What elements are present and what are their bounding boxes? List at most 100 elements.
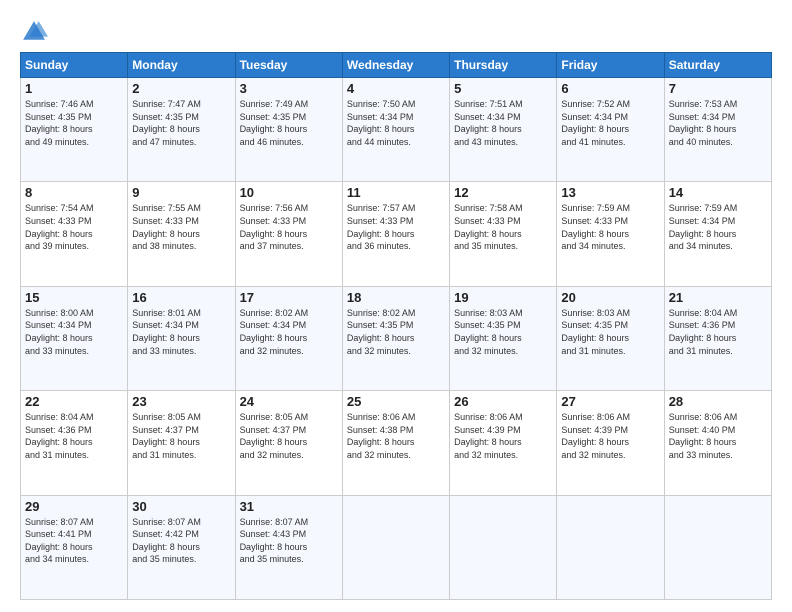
day-number: 11	[347, 185, 445, 200]
calendar-cell: 3 Sunrise: 7:49 AMSunset: 4:35 PMDayligh…	[235, 78, 342, 182]
cell-text: Sunrise: 7:49 AMSunset: 4:35 PMDaylight:…	[240, 99, 309, 147]
calendar-cell: 6 Sunrise: 7:52 AMSunset: 4:34 PMDayligh…	[557, 78, 664, 182]
day-number: 24	[240, 394, 338, 409]
calendar-cell: 4 Sunrise: 7:50 AMSunset: 4:34 PMDayligh…	[342, 78, 449, 182]
day-number: 13	[561, 185, 659, 200]
day-number: 9	[132, 185, 230, 200]
calendar-cell: 28 Sunrise: 8:06 AMSunset: 4:40 PMDaylig…	[664, 391, 771, 495]
cell-text: Sunrise: 7:55 AMSunset: 4:33 PMDaylight:…	[132, 203, 201, 251]
day-number: 12	[454, 185, 552, 200]
day-number: 28	[669, 394, 767, 409]
cell-text: Sunrise: 7:52 AMSunset: 4:34 PMDaylight:…	[561, 99, 630, 147]
day-number: 5	[454, 81, 552, 96]
day-number: 1	[25, 81, 123, 96]
day-number: 26	[454, 394, 552, 409]
day-number: 17	[240, 290, 338, 305]
calendar-cell: 11 Sunrise: 7:57 AMSunset: 4:33 PMDaylig…	[342, 182, 449, 286]
calendar-table: SundayMondayTuesdayWednesdayThursdayFrid…	[20, 52, 772, 600]
day-number: 7	[669, 81, 767, 96]
calendar-cell	[664, 495, 771, 599]
calendar-cell: 14 Sunrise: 7:59 AMSunset: 4:34 PMDaylig…	[664, 182, 771, 286]
cell-text: Sunrise: 8:06 AMSunset: 4:38 PMDaylight:…	[347, 412, 416, 460]
header	[20, 18, 772, 46]
calendar-cell: 25 Sunrise: 8:06 AMSunset: 4:38 PMDaylig…	[342, 391, 449, 495]
day-header-thursday: Thursday	[450, 53, 557, 78]
day-number: 16	[132, 290, 230, 305]
day-number: 31	[240, 499, 338, 514]
calendar-cell: 9 Sunrise: 7:55 AMSunset: 4:33 PMDayligh…	[128, 182, 235, 286]
calendar-week-1: 1 Sunrise: 7:46 AMSunset: 4:35 PMDayligh…	[21, 78, 772, 182]
calendar-week-2: 8 Sunrise: 7:54 AMSunset: 4:33 PMDayligh…	[21, 182, 772, 286]
day-header-sunday: Sunday	[21, 53, 128, 78]
day-header-friday: Friday	[557, 53, 664, 78]
cell-text: Sunrise: 7:51 AMSunset: 4:34 PMDaylight:…	[454, 99, 523, 147]
logo	[20, 18, 52, 46]
day-number: 25	[347, 394, 445, 409]
day-number: 21	[669, 290, 767, 305]
cell-text: Sunrise: 8:06 AMSunset: 4:40 PMDaylight:…	[669, 412, 738, 460]
cell-text: Sunrise: 8:03 AMSunset: 4:35 PMDaylight:…	[561, 308, 630, 356]
cell-text: Sunrise: 8:04 AMSunset: 4:36 PMDaylight:…	[669, 308, 738, 356]
calendar-cell: 15 Sunrise: 8:00 AMSunset: 4:34 PMDaylig…	[21, 286, 128, 390]
day-number: 15	[25, 290, 123, 305]
calendar-cell: 10 Sunrise: 7:56 AMSunset: 4:33 PMDaylig…	[235, 182, 342, 286]
calendar-cell: 20 Sunrise: 8:03 AMSunset: 4:35 PMDaylig…	[557, 286, 664, 390]
day-header-tuesday: Tuesday	[235, 53, 342, 78]
calendar-week-5: 29 Sunrise: 8:07 AMSunset: 4:41 PMDaylig…	[21, 495, 772, 599]
calendar-cell: 13 Sunrise: 7:59 AMSunset: 4:33 PMDaylig…	[557, 182, 664, 286]
calendar-cell: 29 Sunrise: 8:07 AMSunset: 4:41 PMDaylig…	[21, 495, 128, 599]
calendar-cell: 27 Sunrise: 8:06 AMSunset: 4:39 PMDaylig…	[557, 391, 664, 495]
calendar-cell: 22 Sunrise: 8:04 AMSunset: 4:36 PMDaylig…	[21, 391, 128, 495]
cell-text: Sunrise: 7:56 AMSunset: 4:33 PMDaylight:…	[240, 203, 309, 251]
cell-text: Sunrise: 7:58 AMSunset: 4:33 PMDaylight:…	[454, 203, 523, 251]
cell-text: Sunrise: 7:50 AMSunset: 4:34 PMDaylight:…	[347, 99, 416, 147]
day-number: 29	[25, 499, 123, 514]
calendar-cell	[342, 495, 449, 599]
page: SundayMondayTuesdayWednesdayThursdayFrid…	[0, 0, 792, 612]
calendar-cell: 18 Sunrise: 8:02 AMSunset: 4:35 PMDaylig…	[342, 286, 449, 390]
calendar-cell: 8 Sunrise: 7:54 AMSunset: 4:33 PMDayligh…	[21, 182, 128, 286]
cell-text: Sunrise: 8:05 AMSunset: 4:37 PMDaylight:…	[240, 412, 309, 460]
header-row: SundayMondayTuesdayWednesdayThursdayFrid…	[21, 53, 772, 78]
cell-text: Sunrise: 8:00 AMSunset: 4:34 PMDaylight:…	[25, 308, 94, 356]
cell-text: Sunrise: 7:53 AMSunset: 4:34 PMDaylight:…	[669, 99, 738, 147]
day-header-saturday: Saturday	[664, 53, 771, 78]
calendar-cell: 19 Sunrise: 8:03 AMSunset: 4:35 PMDaylig…	[450, 286, 557, 390]
logo-icon	[20, 18, 48, 46]
day-number: 19	[454, 290, 552, 305]
calendar-cell: 1 Sunrise: 7:46 AMSunset: 4:35 PMDayligh…	[21, 78, 128, 182]
calendar-cell: 26 Sunrise: 8:06 AMSunset: 4:39 PMDaylig…	[450, 391, 557, 495]
calendar-cell: 21 Sunrise: 8:04 AMSunset: 4:36 PMDaylig…	[664, 286, 771, 390]
day-number: 2	[132, 81, 230, 96]
day-number: 8	[25, 185, 123, 200]
day-number: 6	[561, 81, 659, 96]
cell-text: Sunrise: 7:59 AMSunset: 4:34 PMDaylight:…	[669, 203, 738, 251]
calendar-cell	[557, 495, 664, 599]
cell-text: Sunrise: 8:04 AMSunset: 4:36 PMDaylight:…	[25, 412, 94, 460]
day-number: 22	[25, 394, 123, 409]
day-number: 27	[561, 394, 659, 409]
calendar-cell: 31 Sunrise: 8:07 AMSunset: 4:43 PMDaylig…	[235, 495, 342, 599]
calendar-cell: 2 Sunrise: 7:47 AMSunset: 4:35 PMDayligh…	[128, 78, 235, 182]
cell-text: Sunrise: 8:02 AMSunset: 4:34 PMDaylight:…	[240, 308, 309, 356]
cell-text: Sunrise: 8:07 AMSunset: 4:43 PMDaylight:…	[240, 517, 309, 565]
cell-text: Sunrise: 7:46 AMSunset: 4:35 PMDaylight:…	[25, 99, 94, 147]
calendar-cell: 7 Sunrise: 7:53 AMSunset: 4:34 PMDayligh…	[664, 78, 771, 182]
calendar-header: SundayMondayTuesdayWednesdayThursdayFrid…	[21, 53, 772, 78]
day-header-wednesday: Wednesday	[342, 53, 449, 78]
day-number: 10	[240, 185, 338, 200]
cell-text: Sunrise: 7:57 AMSunset: 4:33 PMDaylight:…	[347, 203, 416, 251]
day-number: 18	[347, 290, 445, 305]
calendar-cell	[450, 495, 557, 599]
cell-text: Sunrise: 8:06 AMSunset: 4:39 PMDaylight:…	[454, 412, 523, 460]
calendar-cell: 12 Sunrise: 7:58 AMSunset: 4:33 PMDaylig…	[450, 182, 557, 286]
day-number: 23	[132, 394, 230, 409]
cell-text: Sunrise: 8:03 AMSunset: 4:35 PMDaylight:…	[454, 308, 523, 356]
calendar-cell: 5 Sunrise: 7:51 AMSunset: 4:34 PMDayligh…	[450, 78, 557, 182]
cell-text: Sunrise: 8:02 AMSunset: 4:35 PMDaylight:…	[347, 308, 416, 356]
cell-text: Sunrise: 8:07 AMSunset: 4:41 PMDaylight:…	[25, 517, 94, 565]
calendar-cell: 23 Sunrise: 8:05 AMSunset: 4:37 PMDaylig…	[128, 391, 235, 495]
day-number: 4	[347, 81, 445, 96]
calendar-week-4: 22 Sunrise: 8:04 AMSunset: 4:36 PMDaylig…	[21, 391, 772, 495]
day-header-monday: Monday	[128, 53, 235, 78]
